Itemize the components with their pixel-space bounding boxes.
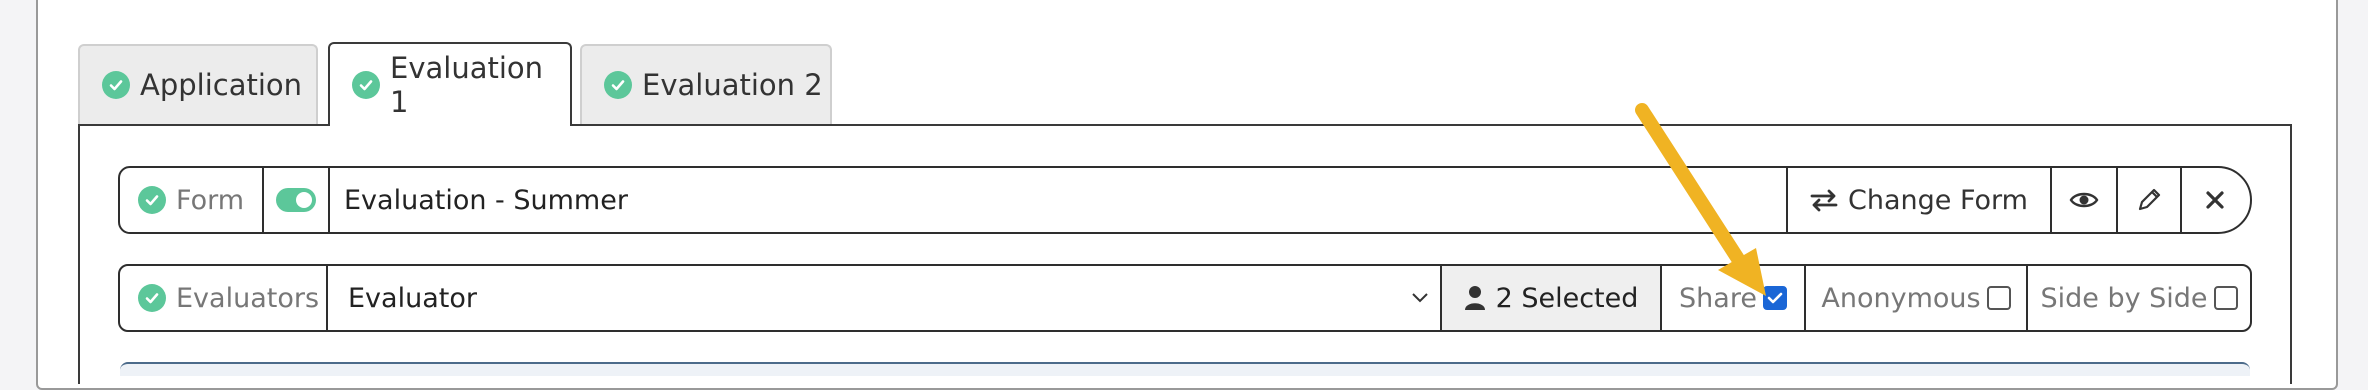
remove-form-button[interactable]	[2182, 168, 2248, 232]
tab-evaluation-2[interactable]: Evaluation 2	[580, 44, 832, 124]
form-value-field[interactable]: Evaluation - Summer	[330, 168, 1788, 232]
user-icon	[1464, 285, 1486, 311]
anonymous-checkbox[interactable]	[1986, 286, 2011, 310]
next-section-edge	[120, 362, 2250, 376]
tab-content	[78, 124, 2292, 384]
check-circle-icon	[352, 71, 380, 99]
tab-application[interactable]: Application	[78, 44, 318, 124]
pencil-icon	[2135, 186, 2163, 214]
selected-evaluators-button[interactable]: 2 Selected	[1442, 266, 1662, 330]
check-circle-icon	[604, 71, 632, 99]
evaluators-label: Evaluators	[120, 266, 328, 330]
check-circle-icon	[102, 71, 130, 99]
tab-label: Application	[140, 68, 303, 102]
share-option[interactable]: Share	[1662, 266, 1806, 330]
form-row: Form Evaluation - Summer Change Form	[118, 166, 2252, 234]
close-icon	[2205, 190, 2225, 210]
form-toggle[interactable]	[264, 168, 330, 232]
tab-label: Evaluation 2	[642, 68, 823, 102]
evaluators-row: Evaluators Evaluator 2 Selected Share An…	[118, 264, 2252, 332]
tab-evaluation-1[interactable]: Evaluation 1	[328, 42, 572, 126]
tab-label: Evaluation 1	[390, 51, 544, 119]
side-by-side-option[interactable]: Side by Side	[2028, 266, 2250, 330]
share-checkbox[interactable]	[1762, 286, 1787, 310]
side-by-side-checkbox[interactable]	[2213, 286, 2238, 310]
change-form-button[interactable]: Change Form	[1788, 168, 2052, 232]
chevron-down-icon	[1410, 291, 1430, 305]
exchange-icon	[1810, 188, 1838, 212]
preview-button[interactable]	[2052, 168, 2118, 232]
toggle-switch	[276, 188, 316, 212]
check-circle-icon	[138, 186, 166, 214]
eye-icon	[2069, 189, 2099, 211]
form-label: Form	[120, 168, 264, 232]
check-circle-icon	[138, 284, 166, 312]
evaluator-select[interactable]: Evaluator	[328, 266, 1442, 330]
anonymous-option[interactable]: Anonymous	[1806, 266, 2028, 330]
edit-button[interactable]	[2118, 168, 2182, 232]
